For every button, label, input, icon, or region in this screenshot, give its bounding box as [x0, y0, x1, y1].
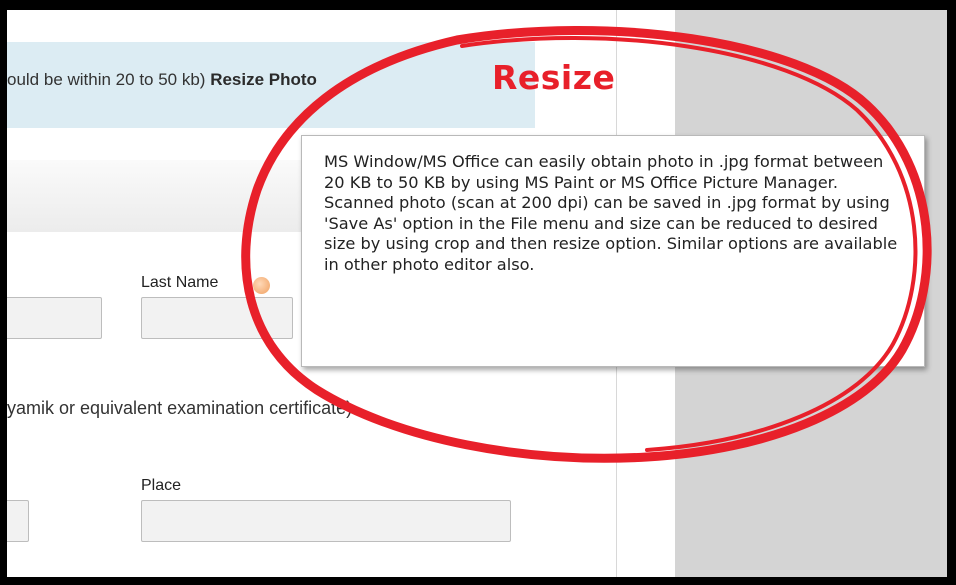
qualification-section-text: yamik or equivalent examination certific…	[7, 398, 353, 418]
last-name-input[interactable]	[141, 297, 293, 339]
last-name-label: Last Name	[141, 274, 219, 291]
date-input[interactable]	[7, 500, 29, 542]
first-name-input[interactable]	[7, 297, 102, 339]
page-viewport: ould be within 20 to 50 kb) Resize Photo…	[7, 10, 947, 577]
photo-info-banner: ould be within 20 to 50 kb) Resize Photo	[7, 42, 535, 128]
info-icon[interactable]	[253, 277, 270, 294]
resize-annotation-text: Resize	[492, 58, 616, 97]
resize-photo-link[interactable]: Resize Photo	[210, 70, 317, 89]
screenshot-frame: ould be within 20 to 50 kb) Resize Photo…	[0, 0, 956, 585]
resize-help-tooltip: MS Window/MS Office can easily obtain ph…	[301, 135, 925, 367]
banner-size-note: ould be within 20 to 50 kb)	[7, 70, 206, 89]
banner-text: ould be within 20 to 50 kb) Resize Photo	[7, 70, 317, 90]
place-input[interactable]	[141, 500, 511, 542]
place-label: Place	[141, 477, 182, 494]
